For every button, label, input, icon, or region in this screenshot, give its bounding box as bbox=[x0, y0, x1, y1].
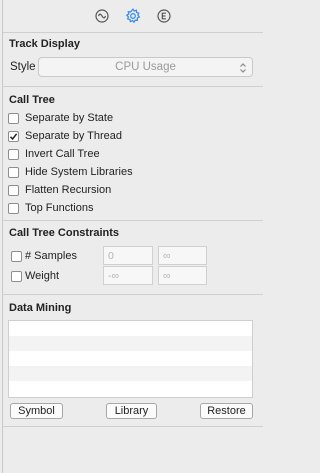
option-top-functions[interactable]: Top Functions bbox=[8, 202, 93, 214]
table-row[interactable] bbox=[9, 381, 252, 396]
symbol-button-label: Symbol bbox=[18, 405, 55, 417]
checkbox[interactable] bbox=[8, 130, 19, 142]
call-tree-title: Call Tree bbox=[9, 94, 55, 106]
table-row[interactable] bbox=[9, 351, 252, 366]
restore-button-label: Restore bbox=[207, 405, 246, 417]
section-divider bbox=[2, 220, 263, 221]
weight-max-value: ∞ bbox=[163, 269, 171, 282]
section-divider bbox=[2, 294, 263, 295]
data-mining-table[interactable] bbox=[8, 320, 253, 398]
library-button-label: Library bbox=[114, 405, 149, 417]
option-flatten-recursion[interactable]: Flatten Recursion bbox=[8, 184, 111, 196]
style-select-value: CPU Usage bbox=[115, 61, 176, 73]
weight-min-field[interactable]: -∞ bbox=[103, 266, 153, 285]
style-label: Style bbox=[10, 61, 36, 73]
samples-min-value: 0 bbox=[108, 249, 114, 262]
gear-icon[interactable] bbox=[125, 8, 142, 25]
option-separate-by-state[interactable]: Separate by State bbox=[8, 112, 113, 124]
option-invert-call-tree[interactable]: Invert Call Tree bbox=[8, 148, 100, 160]
section-divider bbox=[2, 86, 263, 87]
checkbox[interactable] bbox=[8, 202, 19, 214]
constraint-label: Weight bbox=[25, 270, 60, 282]
weight-max-field[interactable]: ∞ bbox=[158, 266, 207, 285]
checkbox[interactable] bbox=[8, 112, 19, 124]
checkbox[interactable] bbox=[8, 184, 19, 196]
symbol-button[interactable]: Symbol bbox=[10, 403, 63, 419]
table-row[interactable] bbox=[9, 321, 252, 336]
chevron-updown-icon bbox=[238, 61, 248, 75]
constraints-title: Call Tree Constraints bbox=[9, 227, 120, 239]
option-label: Invert Call Tree bbox=[25, 148, 100, 160]
option-separate-by-thread[interactable]: Separate by Thread bbox=[8, 130, 122, 142]
checkbox[interactable] bbox=[8, 166, 19, 178]
constraint-weight[interactable]: Weight bbox=[11, 270, 59, 282]
samples-max-field[interactable]: ∞ bbox=[158, 246, 207, 265]
option-label: Top Functions bbox=[25, 202, 94, 214]
option-label: Flatten Recursion bbox=[25, 184, 112, 196]
info-e-icon[interactable] bbox=[156, 8, 173, 25]
checkbox[interactable] bbox=[11, 270, 22, 282]
restore-button[interactable]: Restore bbox=[200, 403, 253, 419]
inspector-tab-bar bbox=[3, 0, 263, 33]
table-row[interactable] bbox=[9, 336, 252, 351]
samples-min-field[interactable]: 0 bbox=[103, 246, 153, 265]
waveform-icon[interactable] bbox=[94, 8, 111, 25]
section-divider bbox=[2, 426, 263, 427]
style-select[interactable]: CPU Usage bbox=[38, 57, 253, 77]
constraint-samples[interactable]: # Samples bbox=[11, 250, 77, 262]
library-button[interactable]: Library bbox=[106, 403, 157, 419]
checkbox[interactable] bbox=[8, 148, 19, 160]
option-label: Separate by Thread bbox=[25, 130, 123, 142]
track-display-title: Track Display bbox=[9, 38, 80, 50]
checkbox[interactable] bbox=[11, 250, 22, 262]
option-label: Hide System Libraries bbox=[25, 166, 133, 178]
checkmark-icon bbox=[9, 132, 18, 140]
table-row[interactable] bbox=[9, 366, 252, 381]
data-mining-title: Data Mining bbox=[9, 302, 72, 314]
constraint-label: # Samples bbox=[25, 250, 77, 262]
option-hide-system-libraries[interactable]: Hide System Libraries bbox=[8, 166, 133, 178]
option-label: Separate by State bbox=[25, 112, 114, 124]
weight-min-value: -∞ bbox=[108, 269, 119, 282]
samples-max-value: ∞ bbox=[163, 249, 171, 262]
